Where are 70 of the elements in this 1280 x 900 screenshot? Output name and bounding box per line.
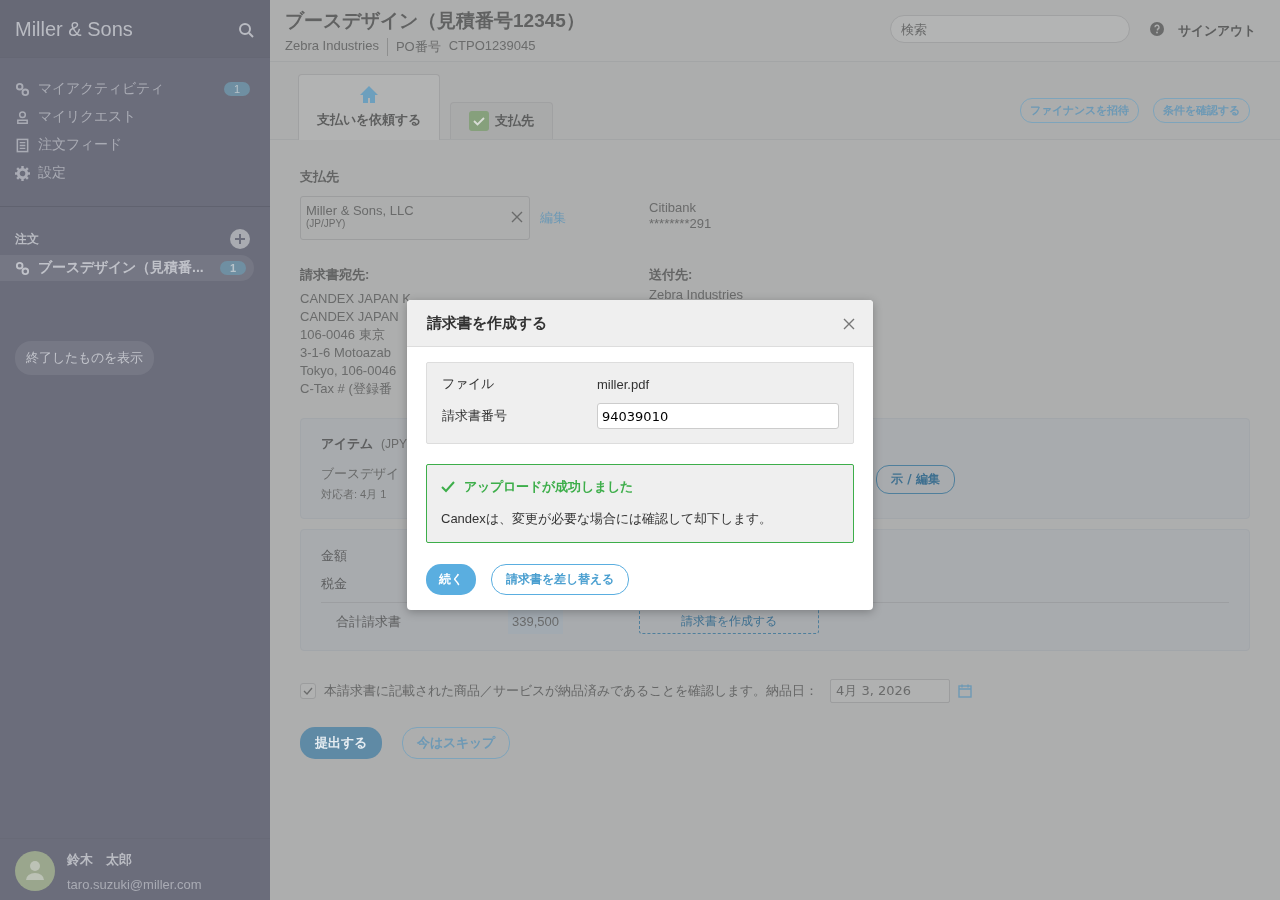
replace-invoice-button[interactable]: 請求書を差し替える	[491, 564, 629, 595]
show-closed-button[interactable]: 終了したものを表示	[15, 341, 154, 375]
clear-icon[interactable]	[511, 211, 523, 223]
date-field[interactable]: 4月 3, 2026	[830, 679, 950, 703]
currency-label: (JPY	[381, 437, 407, 451]
gear-icon	[15, 165, 30, 181]
nav-item[interactable]: 設定	[0, 162, 270, 184]
link-icon	[15, 260, 30, 276]
field-label: 送付先:	[649, 266, 694, 284]
count-badge: 1	[219, 261, 246, 275]
sign-out-link[interactable]: サインアウト	[1178, 22, 1256, 40]
section-title: 注文	[15, 230, 39, 248]
field-label: ファイル	[442, 375, 495, 393]
skip-button[interactable]: 今はスキップ	[402, 727, 510, 759]
user-email: taro.suzuki@miller.com	[67, 877, 202, 892]
checkmark-icon	[303, 687, 313, 695]
stamp-icon	[15, 109, 30, 125]
view-edit-button[interactable]: 示 / 編集	[876, 465, 955, 494]
nav-item[interactable]: マイリクエスト	[0, 106, 270, 128]
add-icon[interactable]	[230, 229, 250, 249]
field-label: 支払先	[300, 168, 340, 186]
invoice-number-field[interactable]: 94039010	[597, 403, 839, 429]
field-label: 請求書宛先:	[300, 266, 371, 284]
home-icon	[359, 85, 379, 105]
address-line: Zebra Industries	[649, 286, 744, 304]
help-icon[interactable]	[1150, 22, 1164, 36]
document-icon	[15, 137, 30, 153]
tab[interactable]: 支払先	[450, 102, 553, 139]
bank-name: Citibank	[649, 200, 697, 216]
address-line: 3-1-6 Motoazab	[300, 344, 392, 362]
check-icon	[441, 481, 455, 493]
field-label: 請求書番号	[442, 407, 508, 425]
order-item[interactable]: ブースデザイン（見積番... 1	[0, 255, 254, 281]
avatar	[15, 851, 55, 891]
edit-link[interactable]: 編集	[540, 209, 566, 227]
checkbox[interactable]	[300, 683, 316, 699]
brand-name: Miller & Sons	[15, 18, 133, 41]
total-value: 339,500	[508, 609, 563, 634]
count-badge: 1	[223, 82, 250, 96]
action-button[interactable]: ファイナンスを招待	[1020, 98, 1139, 123]
check-icon	[469, 111, 489, 131]
account-number: ********291	[649, 216, 713, 232]
vendor-field[interactable]: Miller & Sons, LLC (JP/JPY)	[300, 196, 530, 240]
file-name: miller.pdf	[597, 376, 651, 392]
tab[interactable]: 支払いを依頼する	[298, 74, 440, 140]
submit-button[interactable]: 提出する	[300, 727, 382, 759]
continue-button[interactable]: 続く	[426, 564, 476, 595]
address-line: CANDEX JAPAN	[300, 308, 399, 326]
calendar-icon[interactable]	[958, 684, 972, 698]
po-label: PO番号	[395, 38, 441, 56]
address-line: C-Tax # (登録番	[300, 380, 392, 398]
user-name: 鈴木 太郎	[67, 851, 133, 869]
panel-title: アイテム	[321, 435, 373, 453]
dialog-title: 請求書を作成する	[427, 314, 547, 333]
action-button[interactable]: 条件を確認する	[1153, 98, 1250, 123]
success-message: Candexは、変更が必要な場合には確認して却下します。	[441, 510, 773, 528]
company-name: Zebra Industries	[285, 38, 379, 55]
link-icon	[15, 81, 30, 97]
item-meta: 対応者: 4月 1	[321, 487, 387, 502]
search-icon[interactable]	[238, 21, 254, 38]
close-icon[interactable]	[843, 317, 855, 330]
total-label: 合計請求書	[335, 612, 402, 631]
po-number: CTPO1239045	[448, 38, 536, 55]
success-title: アップロードが成功しました	[464, 478, 633, 496]
search-field[interactable]: 検索	[890, 15, 1130, 43]
address-line: 106-0046 東京	[300, 326, 385, 344]
total-label: 税金	[321, 575, 347, 593]
address-line: Tokyo, 106-0046	[300, 362, 397, 380]
total-label: 金額	[321, 547, 347, 565]
page-title: ブースデザイン（見積番号12345）	[285, 9, 585, 33]
